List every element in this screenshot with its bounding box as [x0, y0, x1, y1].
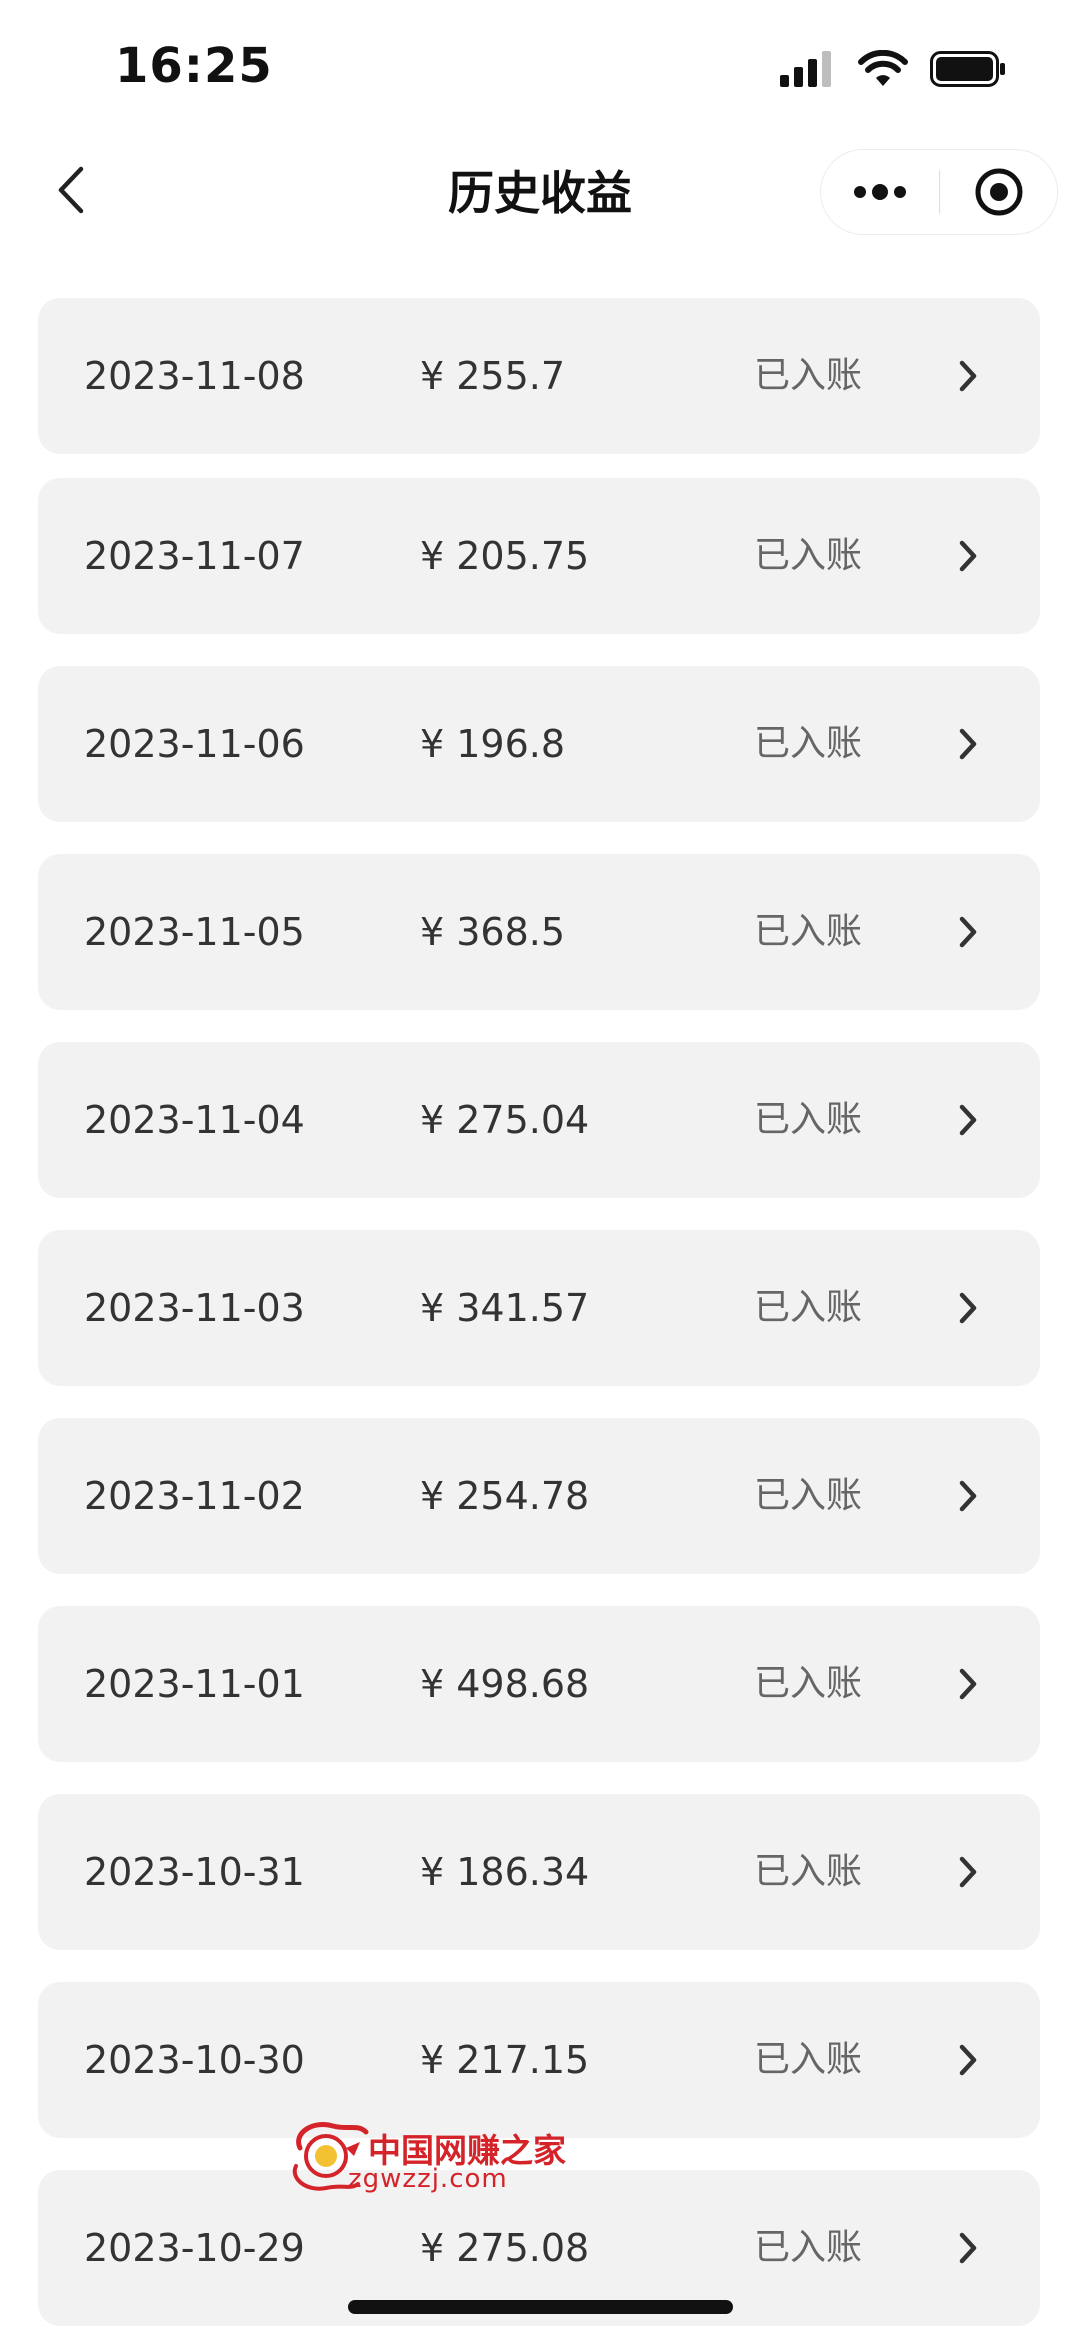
list-item[interactable]: 2023-11-04 ¥ 275.04 已入账 [38, 1042, 1040, 1198]
chevron-right-icon [948, 1852, 988, 1892]
list-item[interactable]: 2023-11-06 ¥ 196.8 已入账 [38, 666, 1040, 822]
record-amount: ¥ 341.57 [420, 1286, 590, 1330]
more-dots-icon [854, 184, 906, 200]
chevron-right-icon [948, 1288, 988, 1328]
list-item[interactable]: 2023-11-08 ¥ 255.7 已入账 [38, 298, 1040, 454]
record-amount: ¥ 217.15 [420, 2038, 590, 2082]
home-indicator[interactable] [348, 2300, 733, 2314]
list-item[interactable]: 2023-10-31 ¥ 186.34 已入账 [38, 1794, 1040, 1950]
record-amount: ¥ 255.7 [420, 354, 566, 398]
record-date: 2023-11-02 [84, 1474, 305, 1518]
record-date: 2023-10-29 [84, 2226, 305, 2270]
nav-bar: 历史收益 [0, 135, 1080, 245]
record-status: 已入账 [754, 1287, 863, 1328]
target-close-icon [975, 168, 1022, 216]
record-date: 2023-11-04 [84, 1098, 305, 1142]
chevron-right-icon [948, 1476, 988, 1516]
close-miniprogram-button[interactable] [940, 150, 1057, 234]
record-amount: ¥ 186.34 [420, 1850, 590, 1894]
record-amount: ¥ 498.68 [420, 1662, 590, 1706]
chevron-right-icon [948, 724, 988, 764]
record-date: 2023-11-06 [84, 722, 305, 766]
list-item[interactable]: 2023-11-02 ¥ 254.78 已入账 [38, 1418, 1040, 1574]
menu-capsule [820, 149, 1058, 235]
record-date: 2023-11-07 [84, 534, 305, 578]
chevron-right-icon [948, 912, 988, 952]
more-button[interactable] [821, 150, 939, 234]
status-bar: 16:25 [0, 0, 1080, 130]
list-item[interactable]: 2023-11-07 ¥ 205.75 已入账 [38, 478, 1040, 634]
record-date: 2023-10-31 [84, 1850, 305, 1894]
chevron-right-icon [948, 2228, 988, 2268]
list-item[interactable]: 2023-11-05 ¥ 368.5 已入账 [38, 854, 1040, 1010]
list-item[interactable]: 2023-11-03 ¥ 341.57 已入账 [38, 1230, 1040, 1386]
list-item[interactable]: 2023-10-30 ¥ 217.15 已入账 [38, 1982, 1040, 2138]
record-amount: ¥ 196.8 [420, 722, 566, 766]
chevron-right-icon [948, 2040, 988, 2080]
chevron-right-icon [948, 356, 988, 396]
record-status: 已入账 [754, 1663, 863, 1704]
status-time: 16:25 [115, 38, 273, 94]
record-date: 2023-11-03 [84, 1286, 305, 1330]
record-amount: ¥ 275.04 [420, 1098, 590, 1142]
record-status: 已入账 [754, 2227, 863, 2268]
record-status: 已入账 [754, 2039, 863, 2080]
list-item[interactable]: 2023-11-01 ¥ 498.68 已入账 [38, 1606, 1040, 1762]
watermark-site: zgwzzj.com [348, 2164, 508, 2194]
chevron-right-icon [948, 1664, 988, 1704]
record-amount: ¥ 368.5 [420, 910, 566, 954]
record-status: 已入账 [754, 1851, 863, 1892]
record-date: 2023-11-08 [84, 354, 305, 398]
record-status: 已入账 [754, 1099, 863, 1140]
record-date: 2023-10-30 [84, 2038, 305, 2082]
chevron-right-icon [948, 1100, 988, 1140]
record-date: 2023-11-01 [84, 1662, 305, 1706]
record-status: 已入账 [754, 723, 863, 764]
record-date: 2023-11-05 [84, 910, 305, 954]
cellular-signal-icon [780, 51, 831, 87]
record-status: 已入账 [754, 355, 863, 396]
record-amount: ¥ 205.75 [420, 534, 590, 578]
screen: 16:25 历史收益 2023-11-08 ¥ 255.7 已入账 2023-1… [0, 0, 1080, 2337]
record-status: 已入账 [754, 1475, 863, 1516]
record-amount: ¥ 254.78 [420, 1474, 590, 1518]
battery-icon [930, 51, 1005, 87]
watermark: 中国网赚之家 zgwzzj.com [288, 2118, 566, 2198]
record-status: 已入账 [754, 911, 863, 952]
wifi-icon [858, 50, 908, 86]
record-status: 已入账 [754, 535, 863, 576]
status-icons [780, 50, 1006, 88]
chevron-right-icon [948, 536, 988, 576]
